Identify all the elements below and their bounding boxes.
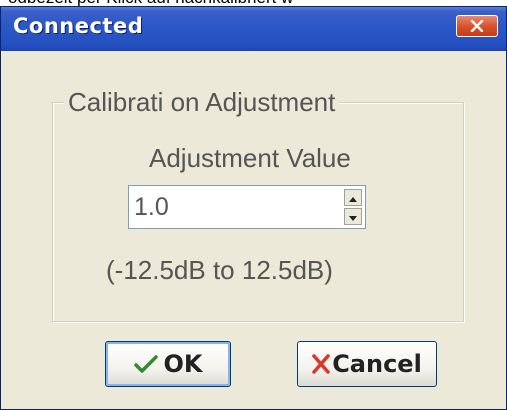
red-x-icon bbox=[312, 354, 330, 374]
spin-up-button[interactable] bbox=[344, 189, 362, 206]
adjustment-value-label: Adjustment Value bbox=[149, 143, 351, 173]
ok-label: OK bbox=[163, 350, 203, 378]
adjustment-value-spinbox bbox=[128, 185, 366, 229]
window-title: Connected bbox=[13, 14, 144, 38]
spin-down-button[interactable] bbox=[344, 208, 362, 225]
connected-dialog: Connected Calibrati on Adjustment Adjust… bbox=[0, 6, 507, 410]
checkmark-icon bbox=[133, 355, 158, 373]
dialog-client-area: Calibrati on Adjustment Adjustment Value… bbox=[4, 51, 503, 406]
adjustment-value-input[interactable] bbox=[132, 189, 339, 225]
cancel-button[interactable]: Cancel bbox=[297, 341, 437, 387]
cancel-label: Cancel bbox=[332, 350, 422, 378]
range-hint: (-12.5dB to 12.5dB) bbox=[106, 255, 333, 285]
arrow-up-icon bbox=[349, 189, 357, 207]
close-button[interactable] bbox=[456, 15, 498, 37]
close-x-icon bbox=[470, 20, 484, 32]
ok-button[interactable]: OK bbox=[105, 341, 231, 387]
arrow-down-icon bbox=[349, 208, 357, 226]
groupbox-legend: Calibrati on Adjustment bbox=[64, 87, 340, 118]
title-bar[interactable]: Connected bbox=[1, 7, 506, 51]
